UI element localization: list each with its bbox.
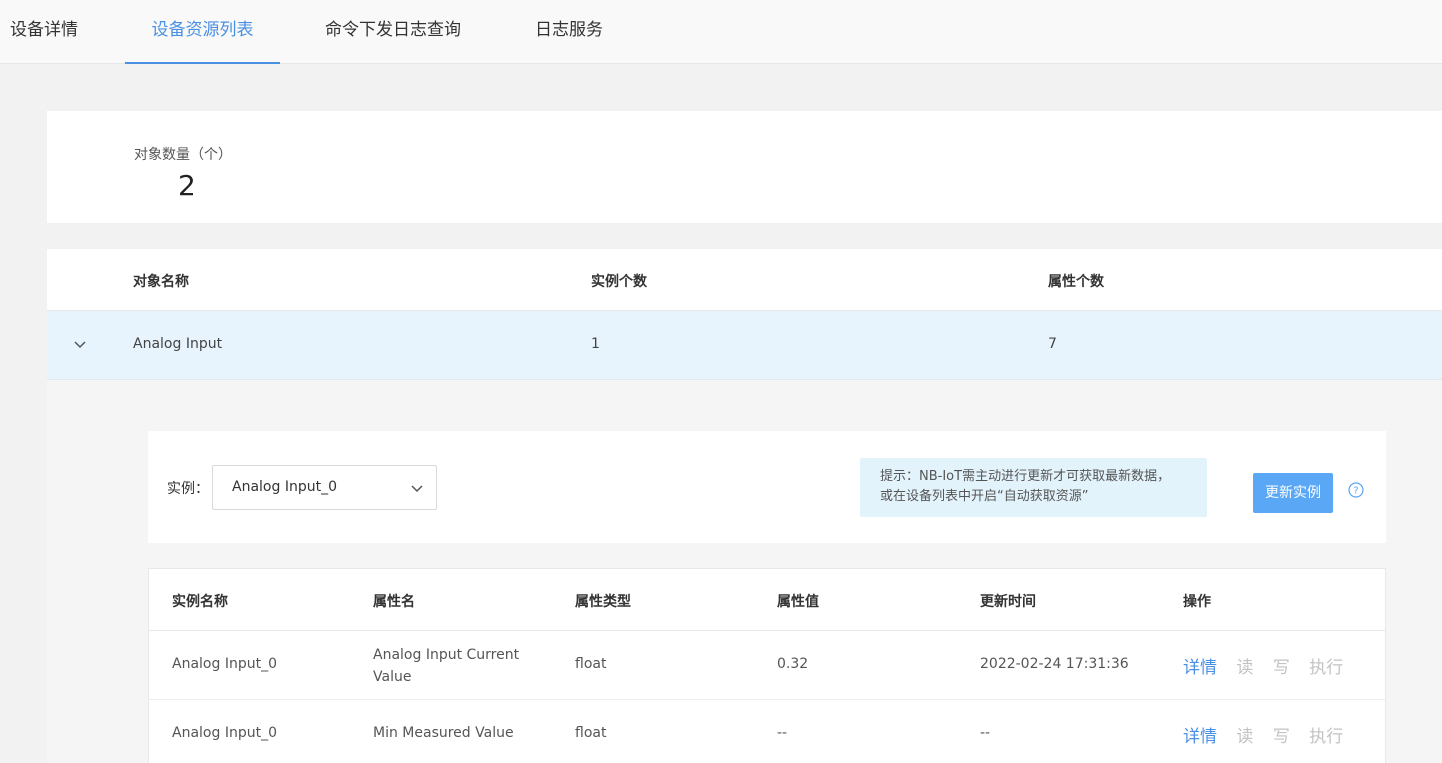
object-count-label: 对象数量（个） (134, 147, 232, 163)
row-update-time: 2022-02-24 17:31:36 (980, 656, 1129, 672)
property-table-header: 实例名称 属性名 属性类型 属性值 更新时间 操作 (149, 569, 1385, 631)
row-instance-name: Analog Input_0 (172, 656, 277, 672)
tab-bar: 设备详情 设备资源列表 命令下发日志查询 日志服务 (0, 0, 1442, 64)
instance-count: 1 (591, 336, 600, 352)
row-update-time: -- (980, 725, 991, 741)
read-link[interactable]: 读 (1236, 727, 1253, 747)
property-table: 实例名称 属性名 属性类型 属性值 更新时间 操作 Analog Input_0… (148, 568, 1386, 763)
instance-select[interactable]: Analog Input_0 (212, 465, 437, 510)
row-attribute-name: Min Measured Value (373, 725, 514, 741)
object-table-header: 对象名称 实例个数 属性个数 (47, 249, 1442, 311)
tab-log-service[interactable]: 日志服务 (535, 0, 603, 64)
chevron-down-icon[interactable] (73, 338, 87, 352)
svg-text:?: ? (1353, 486, 1358, 497)
header-update-time: 更新时间 (980, 594, 1036, 610)
write-link[interactable]: 写 (1273, 658, 1290, 678)
object-count-value: 2 (178, 169, 196, 202)
execute-link[interactable]: 执行 (1309, 658, 1343, 678)
header-instance-count: 实例个数 (591, 274, 647, 290)
question-circle-icon[interactable]: ? (1348, 482, 1364, 498)
read-link[interactable]: 读 (1236, 658, 1253, 678)
row-attribute-value: -- (777, 725, 788, 741)
hint-line-1: 提示：NB-IoT需主动进行更新才可获取最新数据， (880, 469, 1171, 484)
tab-command-log[interactable]: 命令下发日志查询 (325, 0, 461, 64)
table-row: Analog Input_0 Min Measured Value float … (149, 700, 1385, 763)
object-count-card: 对象数量（个） 2 (47, 111, 1442, 223)
object-table: 对象名称 实例个数 属性个数 Analog Input 1 7 实例： Anal… (47, 249, 1442, 763)
header-actions: 操作 (1183, 594, 1211, 610)
update-instance-button[interactable]: 更新实例 (1253, 473, 1333, 513)
tab-device-resources[interactable]: 设备资源列表 (125, 0, 280, 64)
row-attribute-value: 0.32 (777, 656, 809, 672)
write-link[interactable]: 写 (1273, 727, 1290, 747)
object-expanded-area: 实例： Analog Input_0 提示：NB-IoT需主动进行更新才可获取最… (47, 380, 1442, 763)
object-row[interactable]: Analog Input 1 7 (47, 311, 1442, 380)
hint-line-2: 或在设备列表中开启“自动获取资源” (880, 489, 1089, 504)
header-object-name: 对象名称 (133, 274, 189, 290)
row-attribute-type: float (575, 725, 607, 741)
table-row: Analog Input_0 Analog Input Current Valu… (149, 631, 1385, 700)
attribute-count: 7 (1048, 336, 1057, 352)
row-attribute-name: Analog Input Current Value (373, 647, 520, 685)
row-actions: 详情 读 写 执行 (1183, 722, 1357, 747)
row-attribute-type: float (575, 656, 607, 672)
header-attribute-name: 属性名 (373, 594, 415, 610)
header-attribute-value: 属性值 (777, 594, 819, 610)
chevron-down-icon (411, 485, 423, 493)
detail-link[interactable]: 详情 (1183, 727, 1217, 747)
header-attribute-count: 属性个数 (1048, 274, 1104, 290)
instance-panel: 实例： Analog Input_0 提示：NB-IoT需主动进行更新才可获取最… (148, 431, 1386, 543)
header-attribute-type: 属性类型 (575, 594, 631, 610)
instance-select-value: Analog Input_0 (232, 479, 337, 495)
instance-label: 实例： (167, 481, 209, 497)
update-hint: 提示：NB-IoT需主动进行更新才可获取最新数据， 或在设备列表中开启“自动获取… (860, 458, 1207, 517)
row-instance-name: Analog Input_0 (172, 725, 277, 741)
row-actions: 详情 读 写 执行 (1183, 653, 1357, 678)
header-instance-name: 实例名称 (172, 594, 228, 610)
tab-device-details[interactable]: 设备详情 (10, 0, 78, 64)
object-name: Analog Input (133, 336, 223, 352)
detail-link[interactable]: 详情 (1183, 658, 1217, 678)
execute-link[interactable]: 执行 (1309, 727, 1343, 747)
